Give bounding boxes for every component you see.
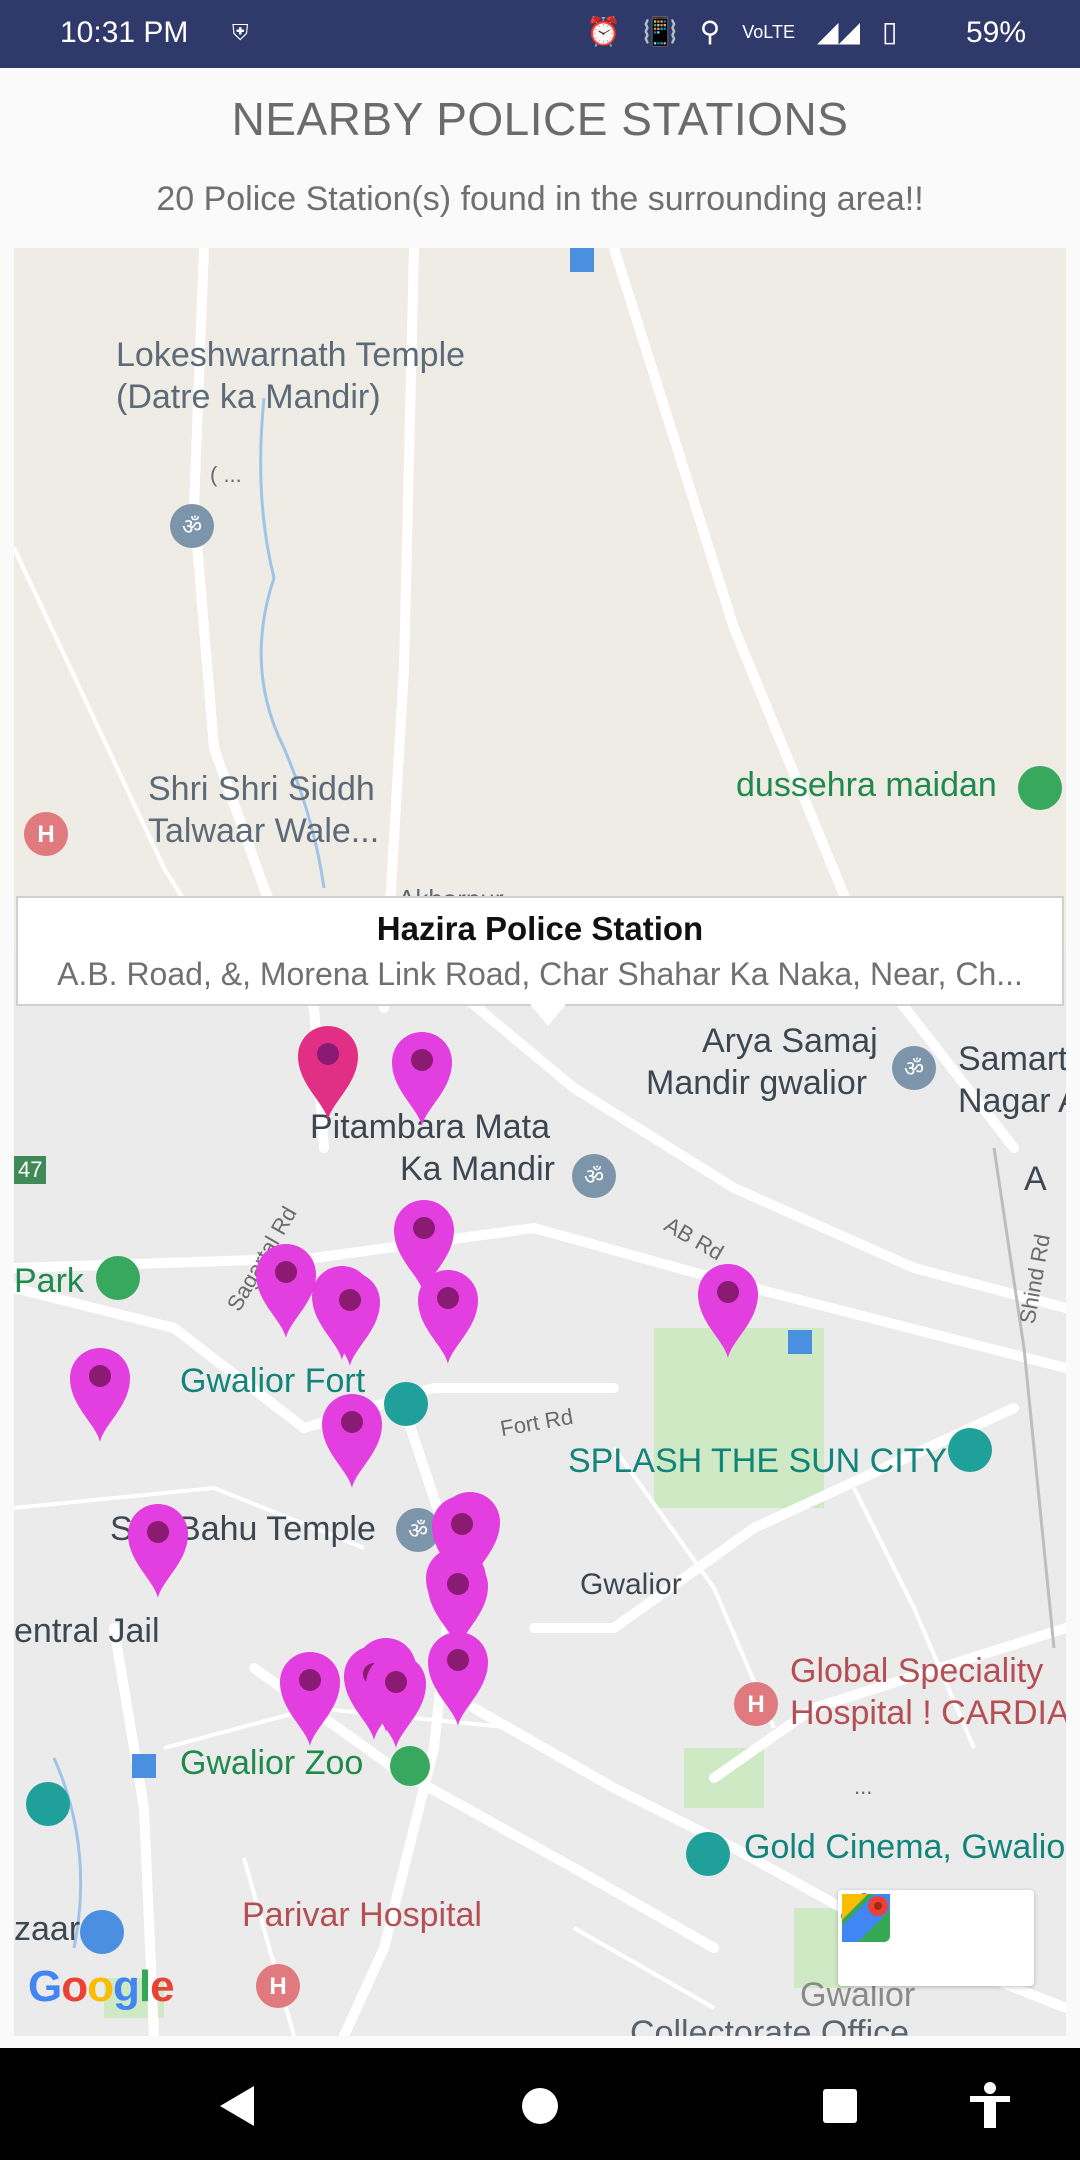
- back-button[interactable]: [186, 2056, 286, 2156]
- police-station-pin[interactable]: [296, 1022, 360, 1122]
- signal-icon: ◢◢: [816, 16, 861, 47]
- map-label-temple: Lokeshwarnath Temple: [116, 336, 466, 374]
- open-in-maps-button[interactable]: [842, 1890, 1034, 1986]
- map-label-samart-2: Nagar A: [958, 1082, 1066, 1120]
- map-label-bazaar: zaar: [14, 1910, 81, 1948]
- google-maps-icon: [842, 1894, 890, 1942]
- map-label-temple-2: (Datre ka Mandir): [116, 378, 381, 416]
- police-station-pin[interactable]: [364, 1650, 428, 1750]
- status-icons: ⏰ 📳 ⚲ VoLTE ◢◢ ▯: [586, 14, 897, 50]
- police-station-pin[interactable]: [426, 1628, 490, 1728]
- map-label-arya: Arya Samaj: [702, 1022, 878, 1060]
- map-toolbar: [838, 1890, 1034, 1986]
- station-address: A.B. Road, &, Morena Link Road, Char Sha…: [57, 956, 1023, 992]
- police-station-pin[interactable]: [254, 1240, 318, 1340]
- accessibility-button[interactable]: [940, 2056, 1040, 2156]
- page-title: NEARBY POLICE STATIONS: [231, 93, 849, 145]
- map-view[interactable]: Lokeshwarnath Temple (Datre ka Mandir) (…: [14, 248, 1066, 2036]
- police-station-pin[interactable]: [68, 1344, 132, 1444]
- map-label-ellipsis: ( ...: [210, 462, 242, 487]
- map-label-pitambara-2: Ka Mandir: [400, 1150, 555, 1188]
- police-station-pin[interactable]: [320, 1390, 384, 1490]
- location-icon: ⚲: [699, 16, 721, 47]
- map-label-siddh: Shri Shri Siddh: [148, 770, 375, 808]
- battery-percent: 59%: [966, 16, 1027, 49]
- police-station-pin[interactable]: [696, 1260, 760, 1360]
- status-time: 10:31 PM: [60, 16, 189, 49]
- map-label-jail: entral Jail: [14, 1612, 160, 1650]
- shield-icon: ⛨: [232, 20, 249, 45]
- info-window-pointer: [530, 1004, 566, 1026]
- alarm-icon: ⏰: [586, 16, 621, 47]
- home-icon: [522, 2088, 558, 2124]
- map-label-parivar: Parivar Hospital: [242, 1896, 482, 1934]
- home-button[interactable]: [490, 2056, 590, 2156]
- map-label-zoo: Gwalior Zoo: [180, 1744, 364, 1782]
- map-label-gwalior: Gwalior: [580, 1568, 682, 1601]
- map-label-global-2: Hospital ! CARDIA: [790, 1694, 1066, 1732]
- map-label-dussehra: dussehra maidan: [736, 766, 997, 804]
- google-logo: Google: [28, 1962, 175, 2011]
- police-station-pin[interactable]: [126, 1500, 190, 1600]
- recents-button[interactable]: [790, 2056, 890, 2156]
- accessibility-icon: [970, 2082, 1010, 2128]
- map-label-collectorate: Collectorate Office: [630, 2014, 910, 2036]
- map-label-park: Park: [14, 1262, 84, 1300]
- station-name: Hazira Police Station: [376, 910, 704, 947]
- recents-icon: [823, 2089, 857, 2123]
- battery-icon: ▯: [882, 16, 898, 47]
- police-station-pin[interactable]: [416, 1266, 480, 1366]
- status-bar: 10:31 PM ⛨ ⏰ 📳 ⚲ VoLTE ◢◢ ▯ 59%: [0, 0, 1080, 68]
- map-label-samart: Samart: [958, 1040, 1066, 1078]
- vibrate-icon: 📳: [642, 16, 678, 47]
- volte-icon: VoLTE: [742, 22, 795, 42]
- highway-shield: 47: [14, 1156, 47, 1184]
- police-station-pin[interactable]: [278, 1648, 342, 1748]
- map-label-splash: SPLASH THE SUN CITY: [568, 1442, 948, 1480]
- map-label-ellipsis-2: ...: [854, 1774, 873, 1799]
- police-station-pin[interactable]: [318, 1268, 382, 1368]
- map-label-arya-2: Mandir gwalior: [646, 1064, 868, 1102]
- map-label-a: A: [1024, 1160, 1047, 1198]
- police-station-pin[interactable]: [390, 1028, 454, 1128]
- map-label-siddh-2: Talwaar Wale...: [148, 812, 380, 850]
- station-info-window[interactable]: Hazira Police Station A.B. Road, &, More…: [16, 896, 1064, 1026]
- map-label-global: Global Speciality: [790, 1652, 1044, 1690]
- back-icon: [220, 2086, 254, 2126]
- results-count-text: 20 Police Station(s) found in the surrou…: [156, 180, 924, 218]
- map-label-gold: Gold Cinema, Gwalio: [744, 1828, 1066, 1866]
